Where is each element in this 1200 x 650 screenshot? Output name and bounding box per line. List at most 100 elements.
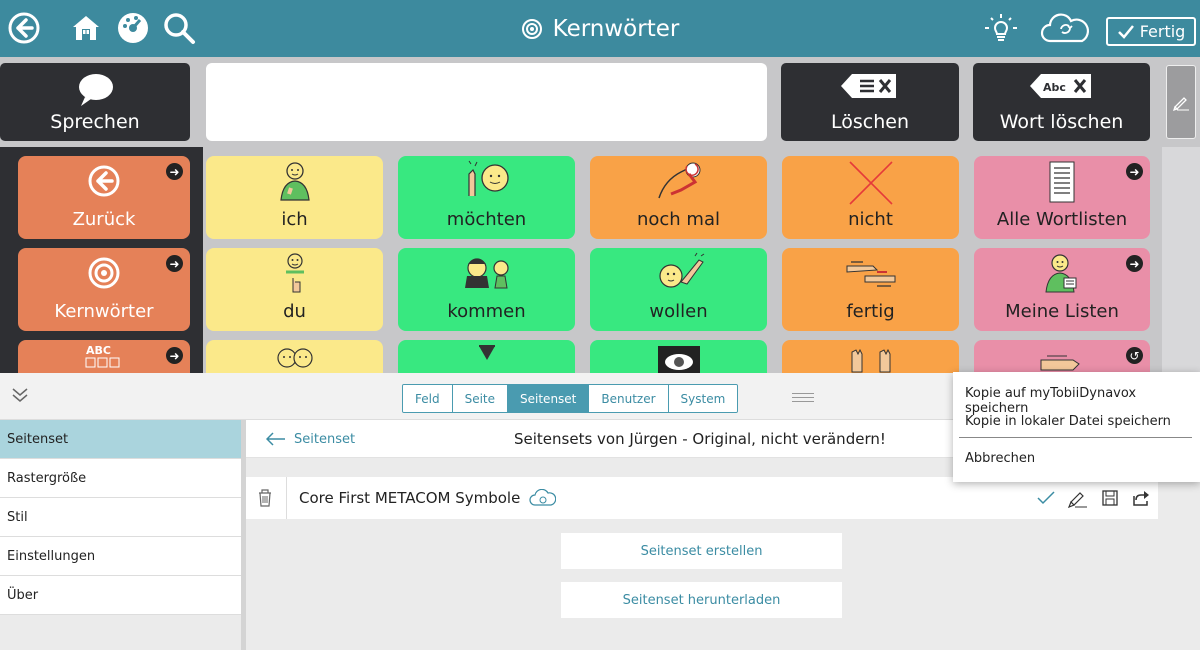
panel-tabs: Feld Seite Seitenset Benutzer System [402, 384, 739, 413]
create-pageset-button[interactable]: Seitenset erstellen [561, 533, 842, 569]
panel-sidebar: Seitenset Rastergröße Stil Einstellungen… [0, 420, 241, 650]
word-cell-meine-listen[interactable]: ➜ Meine Listen [974, 248, 1150, 331]
cell-label: fertig [846, 301, 895, 322]
person-list-icon [974, 252, 1150, 294]
target-icon [18, 256, 190, 290]
delete-word-button[interactable]: Abc Wort löschen [973, 63, 1150, 141]
finished-hands-icon [782, 252, 959, 292]
trash-icon[interactable] [257, 488, 273, 512]
cloud-sync-icon[interactable] [1036, 9, 1096, 47]
sidebar-item-ueber[interactable]: Über [0, 576, 241, 615]
done-label: Fertig [1139, 22, 1186, 41]
check-icon[interactable] [1030, 477, 1062, 519]
cell-label: Meine Listen [1005, 301, 1119, 322]
pageset-row[interactable]: Core First METACOM Symbole [246, 477, 1158, 519]
search-icon[interactable] [160, 9, 198, 47]
word-cell-noch-mal[interactable]: noch mal [590, 156, 767, 239]
speak-label: Sprechen [50, 111, 140, 133]
word-cell-partial[interactable]: ↺ [974, 340, 1150, 373]
word-cell-nicht[interactable]: nicht [782, 156, 959, 239]
word-cell-kommen[interactable]: kommen [398, 248, 575, 331]
word-cell-du[interactable]: du [206, 248, 383, 331]
cell-label: ich [281, 209, 308, 230]
back-cell[interactable]: ➜ Zurück [18, 156, 190, 239]
row-divider [286, 477, 287, 519]
link-arrow-icon: ➜ [1126, 163, 1143, 180]
content-title: Seitensets von Jürgen - Original, nicht … [514, 430, 886, 448]
grid-side-area [1162, 147, 1200, 373]
tab-benutzer[interactable]: Benutzer [589, 385, 669, 412]
delete-word-icon-text: Abc [1043, 81, 1066, 94]
person-self-icon [206, 160, 383, 202]
pencil-icon[interactable] [1062, 477, 1094, 519]
eye-icon [590, 344, 767, 373]
cell-label: kommen [447, 301, 526, 322]
delete-word-label: Wort löschen [999, 111, 1124, 133]
speech-bubble-icon [0, 71, 190, 109]
tab-feld[interactable]: Feld [403, 385, 453, 412]
arrow-left-icon [18, 164, 190, 198]
menu-item-save-to-mytobiidynavox[interactable]: Kopie auf myTobiiDynavox speichern [965, 386, 1200, 416]
speak-button[interactable]: Sprechen [0, 63, 190, 141]
word-cell-partial[interactable] [206, 340, 383, 373]
person-pointing-icon [206, 252, 383, 296]
home-icon[interactable] [67, 9, 105, 47]
sidebar-item-rastergroesse[interactable]: Rastergröße [0, 459, 241, 498]
cell-label: Alle Wortlisten [996, 209, 1128, 230]
pageset-name: Core First METACOM Symbole [299, 477, 557, 519]
core-words-cell[interactable]: ➜ Kernwörter [18, 248, 190, 331]
gauge-icon[interactable] [114, 9, 152, 47]
pencil-icon [1172, 97, 1189, 112]
word-cell-ich[interactable]: ich [206, 156, 383, 239]
lightbulb-icon[interactable] [982, 9, 1020, 47]
tab-seite[interactable]: Seite [452, 385, 509, 412]
done-button[interactable]: Fertig [1106, 17, 1196, 46]
want-reach-icon [590, 252, 767, 294]
word-cell-moechten[interactable]: möchten [398, 156, 575, 239]
word-cell-wollen[interactable]: wollen [590, 248, 767, 331]
top-bar: Kernwörter Fertig [0, 0, 1200, 57]
edit-button[interactable] [1166, 65, 1196, 139]
save-icon[interactable] [1094, 477, 1126, 519]
hand-gesture-icon [974, 344, 1150, 373]
two-people-icon [206, 344, 383, 373]
cell-label: wollen [649, 301, 708, 322]
undo-icon: ↺ [1126, 347, 1143, 364]
cell-label: möchten [446, 209, 527, 230]
menu-item-cancel[interactable]: Abbrechen [965, 451, 1035, 466]
cell-label: du [283, 301, 306, 322]
word-cell-partial[interactable] [590, 340, 767, 373]
download-pageset-button[interactable]: Seitenset herunterladen [561, 582, 842, 618]
cell-label: nicht [848, 209, 893, 230]
pageset-name-text: Core First METACOM Symbole [299, 489, 521, 507]
delete-button[interactable]: Löschen [781, 63, 959, 141]
menu-icon[interactable] [792, 393, 814, 405]
abc-grid-icon: ABC [18, 343, 190, 371]
cell-label: noch mal [636, 209, 720, 230]
tab-seitenset[interactable]: Seitenset [508, 385, 590, 412]
delete-label: Löschen [831, 111, 909, 133]
sidebar-item-stil[interactable]: Stil [0, 498, 241, 537]
menu-divider [959, 437, 1192, 438]
message-text-field[interactable] [206, 63, 767, 141]
menu-item-save-to-local-file[interactable]: Kopie in lokaler Datei speichern [965, 414, 1171, 429]
row-actions [1030, 477, 1158, 519]
sidebar-item-seitenset[interactable]: Seitenset [0, 420, 241, 459]
abc-icon-text: ABC [86, 344, 111, 357]
sidebar-item-einstellungen[interactable]: Einstellungen [0, 537, 241, 576]
back-link[interactable]: Seitenset [266, 420, 355, 458]
link-arrow-icon: ➜ [1126, 255, 1143, 272]
share-icon[interactable] [1126, 477, 1158, 519]
collapse-chevron-icon[interactable] [10, 385, 30, 409]
again-slide-icon [590, 160, 767, 202]
word-cell-partial[interactable] [398, 340, 575, 373]
tab-system[interactable]: System [668, 385, 738, 412]
cross-icon [782, 160, 959, 206]
word-cell-alle-wortlisten[interactable]: ➜ Alle Wortlisten [974, 156, 1150, 239]
word-cell-partial[interactable] [782, 340, 959, 373]
word-cell-fertig[interactable]: fertig [782, 248, 959, 331]
abc-cell[interactable]: ABC ➜ [18, 340, 190, 373]
hourglass-icon [398, 344, 575, 373]
save-copy-menu: Kopie auf myTobiiDynavox speichern Kopie… [953, 372, 1200, 482]
back-icon[interactable] [5, 9, 43, 47]
